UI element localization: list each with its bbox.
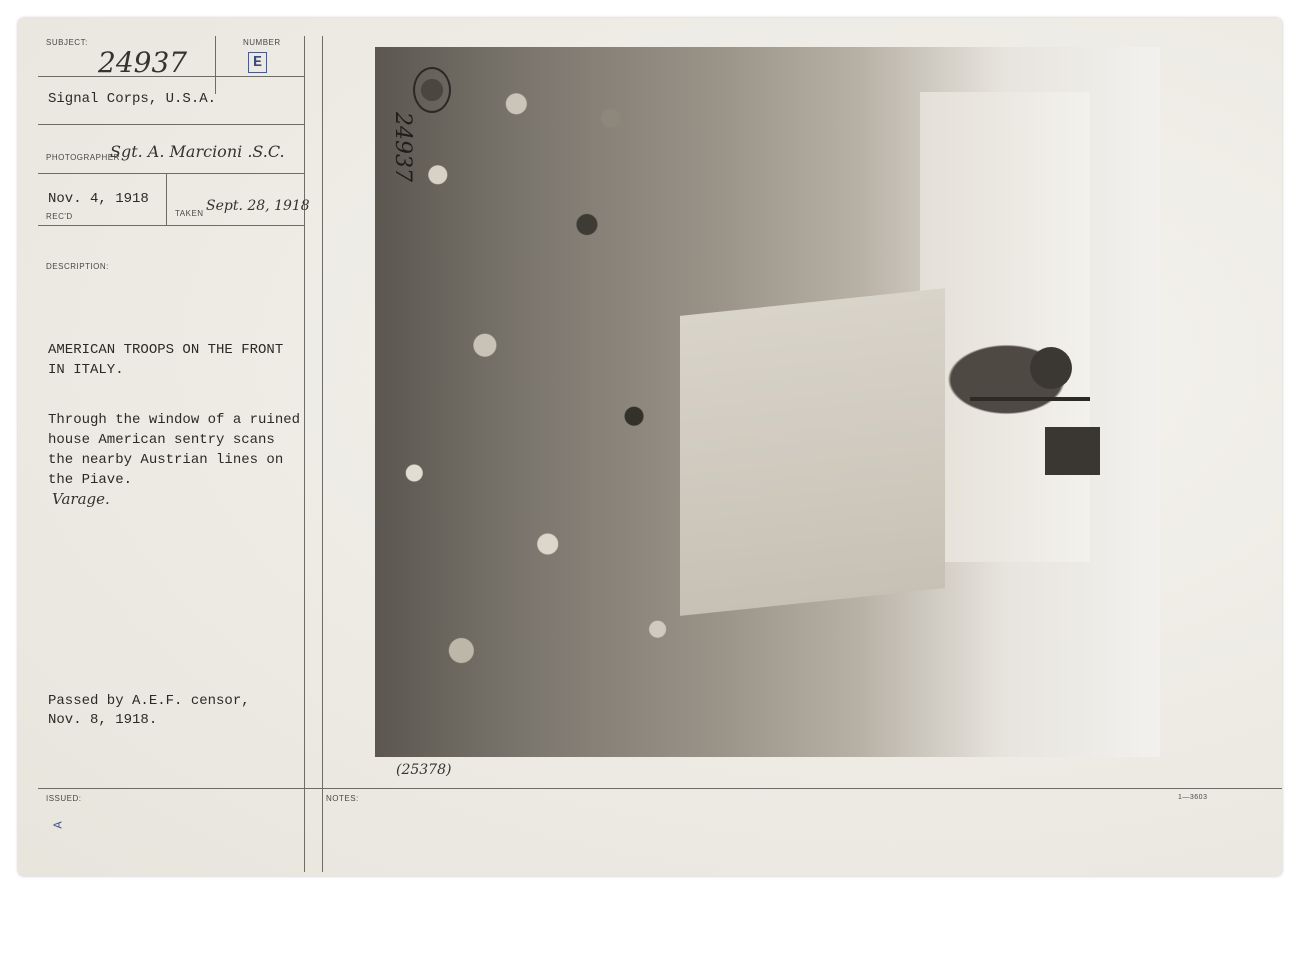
ruined-wall-upper <box>920 92 1090 562</box>
description-body: Through the window of a ruined house Ame… <box>48 412 301 488</box>
sentry-rifle <box>970 397 1090 401</box>
signal-corps-seal-icon <box>413 67 451 113</box>
ruined-house-photograph: 24937 <box>375 47 1160 757</box>
location-note: Varage. <box>52 490 110 508</box>
taken-label: TAKEN <box>175 209 204 218</box>
description-label: DESCRIPTION: <box>46 262 109 271</box>
dates-rule <box>38 225 304 226</box>
sentry-helmet <box>1030 347 1072 389</box>
form-number: 1—3603 <box>1178 794 1208 801</box>
photo-caption-number: (25378) <box>396 762 452 778</box>
number-stamp: E <box>248 52 267 73</box>
ruined-window <box>1045 427 1100 475</box>
photographer-name: Sgt. A. Marcioni .S.C. <box>110 142 285 161</box>
left-column-border <box>304 36 305 872</box>
notes-label: NOTES: <box>326 794 359 803</box>
photo-area-border <box>322 36 323 872</box>
agency-text: Signal Corps, U.S.A. <box>48 91 217 107</box>
taken-date: Sept. 28, 1918 <box>206 198 310 214</box>
photographer-rule <box>38 173 304 174</box>
subject-divider <box>215 36 216 94</box>
photo-rotated-number: 24937 <box>390 112 415 182</box>
received-label: REC'D <box>46 212 73 221</box>
subject-label: SUBJECT: <box>46 38 88 47</box>
subject-number: 24937 <box>98 46 188 79</box>
description-title: AMERICAN TROOPS ON THE FRONT IN ITALY. <box>48 342 284 378</box>
issued-label: ISSUED: <box>46 794 82 803</box>
number-label: NUMBER <box>243 38 281 47</box>
dates-divider <box>166 173 167 225</box>
footer-rule <box>38 788 1282 789</box>
issued-mark: A <box>51 821 66 829</box>
censor-note: Passed by A.E.F. censor, Nov. 8, 1918. <box>48 693 250 728</box>
photographer-label: PHOTOGRAPHER <box>46 153 120 162</box>
received-date: Nov. 4, 1918 <box>48 191 149 207</box>
ruined-wall-lower <box>680 288 945 616</box>
agency-rule <box>38 124 304 125</box>
